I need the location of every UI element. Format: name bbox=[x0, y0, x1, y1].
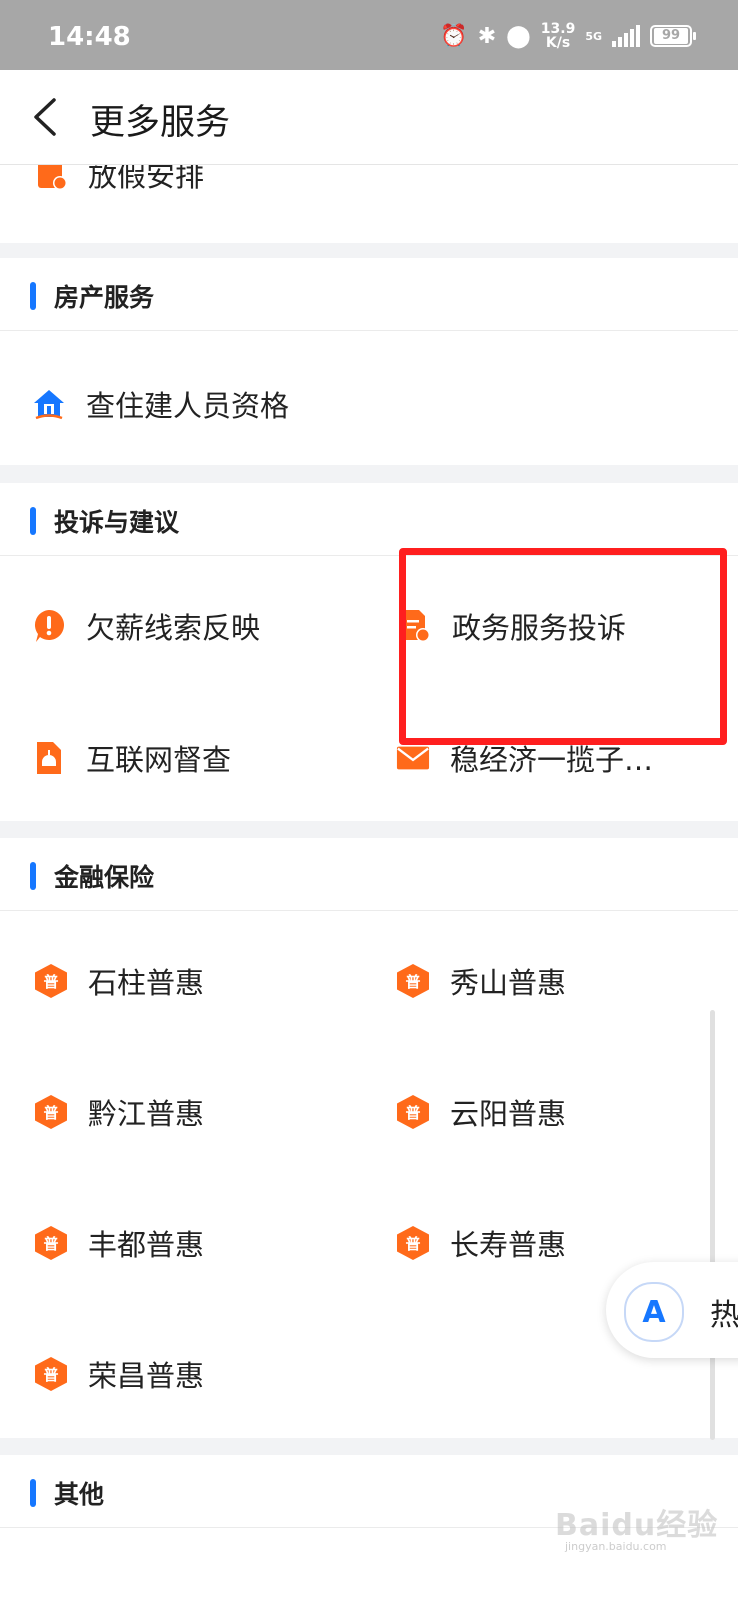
house-icon bbox=[32, 387, 66, 421]
network-type: 5G bbox=[585, 29, 602, 43]
status-bar: 14:48 ⏰ ✱ ⬤ 13.9 K/s 5G 99 bbox=[0, 0, 738, 70]
bluetooth-icon: ✱ bbox=[477, 23, 497, 49]
back-button[interactable] bbox=[30, 96, 70, 138]
service-item-label: 秀山普惠 bbox=[450, 966, 567, 1000]
puhui-hexagon-icon: 普 bbox=[35, 964, 67, 998]
battery-level: 99 bbox=[654, 28, 688, 44]
service-item-label: 云阳普惠 bbox=[450, 1097, 567, 1131]
status-icons: ⏰ ✱ ⬤ 13.9 K/s 5G 99 bbox=[440, 22, 696, 50]
section-accent-bar bbox=[30, 507, 36, 535]
watermark-url: jingyan.baidu.com bbox=[565, 1540, 667, 1553]
service-item-wage-arrears[interactable]: 欠薪线索反映 bbox=[32, 605, 260, 647]
page-title: 更多服务 bbox=[90, 103, 231, 143]
puhui-hexagon-icon: 普 bbox=[35, 1226, 67, 1260]
service-item-holiday[interactable]: 放假安排 bbox=[34, 165, 204, 195]
section-accent-bar bbox=[30, 1479, 36, 1507]
service-item-label: 石柱普惠 bbox=[88, 966, 205, 1000]
service-item-label: 查住建人员资格 bbox=[86, 389, 290, 423]
holiday-section: 放假安排 bbox=[0, 165, 738, 243]
nav-bar: 更多服务 bbox=[0, 70, 738, 165]
service-item-rongchang[interactable]: 普 荣昌普惠 bbox=[34, 1353, 204, 1395]
highlight-box bbox=[399, 548, 727, 745]
section-accent-bar bbox=[30, 282, 36, 310]
service-item-fengdu[interactable]: 普 丰都普惠 bbox=[34, 1222, 204, 1264]
service-item-label: 互联网督查 bbox=[86, 743, 232, 777]
signal-icon bbox=[612, 25, 640, 47]
service-item-housing-qualification[interactable]: 查住建人员资格 bbox=[32, 383, 289, 425]
puhui-hexagon-icon: 普 bbox=[35, 1357, 67, 1391]
section-title: 金融保险 bbox=[54, 863, 155, 892]
status-time: 14:48 bbox=[48, 22, 131, 52]
network-speed: 13.9 K/s bbox=[541, 22, 576, 50]
alert-icon bbox=[32, 609, 66, 643]
service-item-xiushan[interactable]: 普 秀山普惠 bbox=[396, 960, 566, 1002]
service-item-label: 丰都普惠 bbox=[88, 1228, 205, 1262]
text-a-icon: A bbox=[624, 1282, 684, 1342]
service-item-qianjiang[interactable]: 普 黔江普惠 bbox=[34, 1091, 204, 1133]
puhui-hexagon-icon: 普 bbox=[397, 1095, 429, 1129]
service-item-label: 黔江普惠 bbox=[88, 1097, 205, 1131]
puhui-hexagon-icon: 普 bbox=[397, 1226, 429, 1260]
puhui-hexagon-icon: 普 bbox=[35, 1095, 67, 1129]
network-speed-unit: K/s bbox=[545, 35, 571, 51]
battery-icon: 99 bbox=[650, 25, 696, 47]
service-item-yunyang[interactable]: 普 云阳普惠 bbox=[396, 1091, 566, 1133]
floating-button-label: 热 bbox=[710, 1298, 738, 1333]
section-title: 其他 bbox=[54, 1480, 105, 1509]
watermark: Baidu经验 bbox=[555, 1508, 719, 1543]
service-item-label: 欠薪线索反映 bbox=[86, 611, 261, 645]
puhui-hexagon-icon: 普 bbox=[397, 964, 429, 998]
section-accent-bar bbox=[30, 862, 36, 890]
service-item-changshou[interactable]: 普 长寿普惠 bbox=[396, 1222, 566, 1264]
floating-assist-button[interactable]: A 热 bbox=[606, 1262, 738, 1358]
section-header: 投诉与建议 bbox=[0, 483, 738, 556]
section-header: 房产服务 bbox=[0, 258, 738, 331]
service-item-internet-inspection[interactable]: 互联网督查 bbox=[32, 737, 231, 779]
calendar-doc-icon bbox=[34, 165, 68, 191]
report-icon bbox=[32, 741, 66, 775]
mail-icon bbox=[396, 741, 430, 775]
scrollbar[interactable] bbox=[710, 1010, 715, 1440]
service-item-label: 荣昌普惠 bbox=[88, 1359, 205, 1393]
section-header: 金融保险 bbox=[0, 838, 738, 911]
property-section: 房产服务 查住建人员资格 bbox=[0, 258, 738, 465]
service-item-shizhu[interactable]: 普 石柱普惠 bbox=[34, 960, 204, 1002]
service-item-label: 长寿普惠 bbox=[450, 1228, 567, 1262]
service-item-label: 放假安排 bbox=[88, 165, 205, 193]
section-title: 房产服务 bbox=[54, 283, 155, 312]
alarm-icon: ⏰ bbox=[440, 23, 468, 49]
section-title: 投诉与建议 bbox=[54, 508, 180, 537]
location-icon: ⬤ bbox=[506, 23, 531, 49]
chevron-left-icon bbox=[34, 98, 56, 136]
network-speed-value: 13.9 bbox=[540, 21, 576, 37]
